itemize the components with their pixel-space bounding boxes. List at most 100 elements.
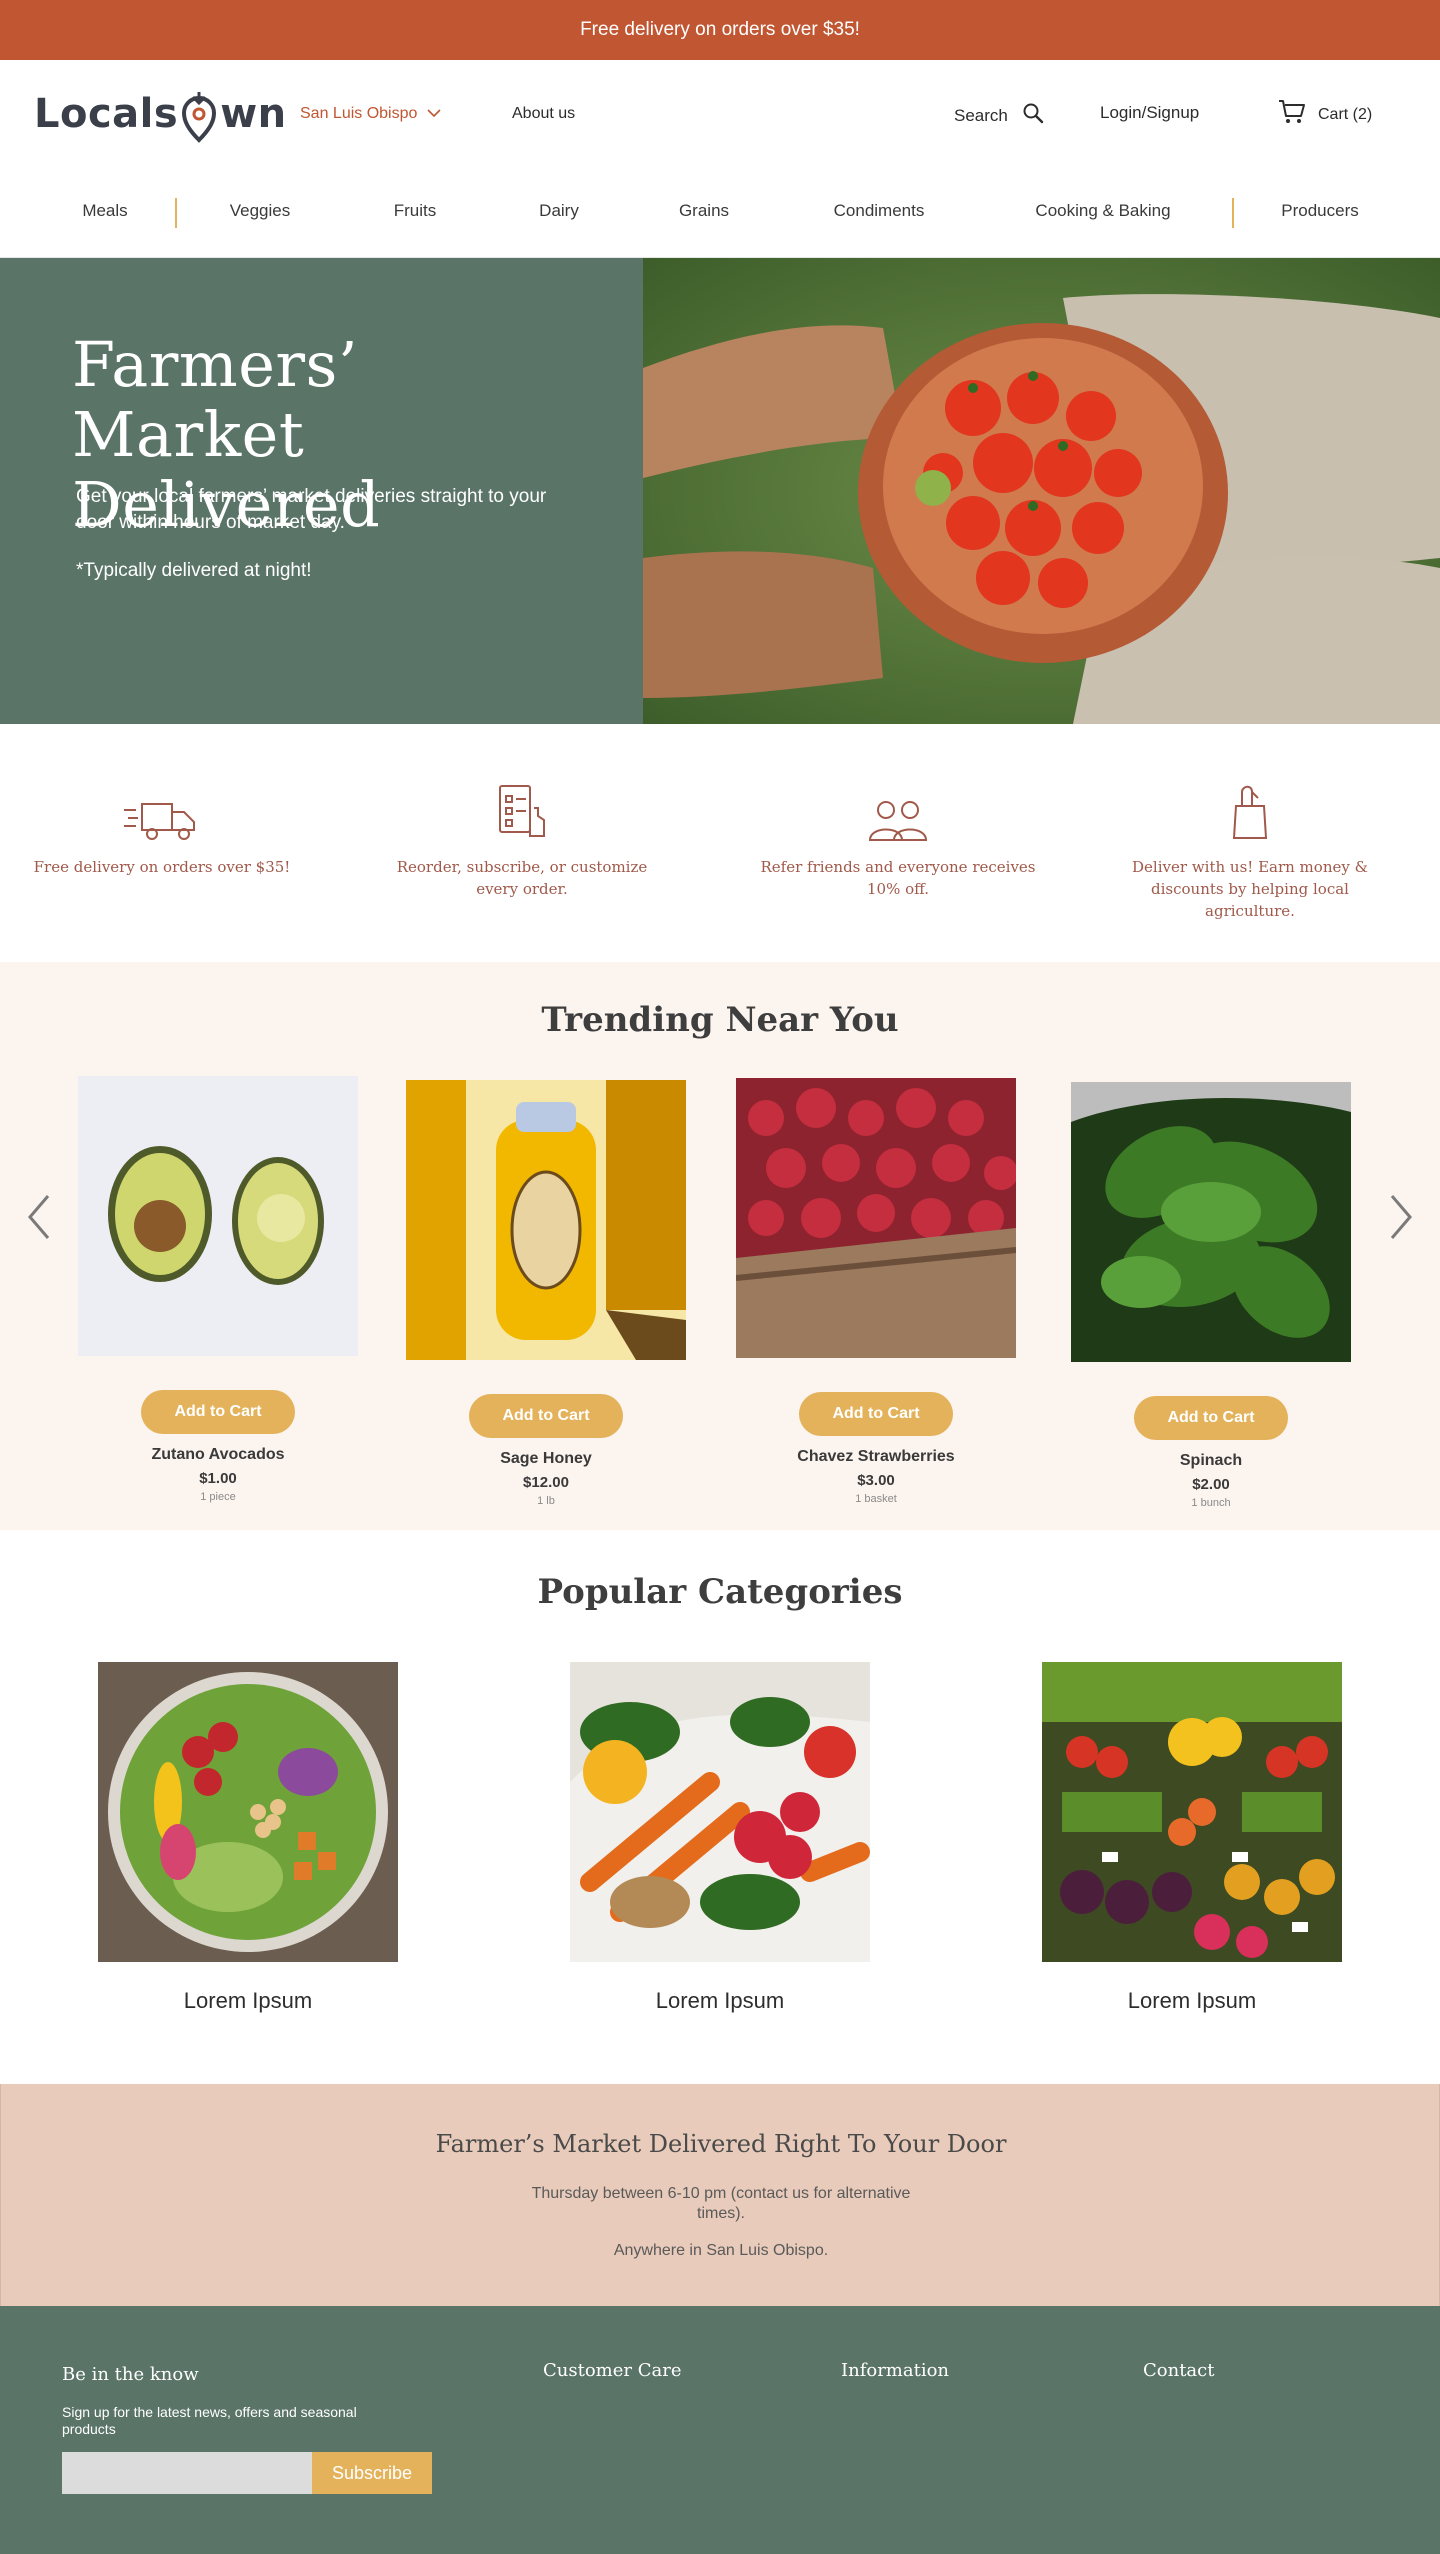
hero-section: Farmers’ Market Delivered Get your local… (0, 258, 1440, 724)
category-image-vegetables (570, 1662, 870, 1962)
delivery-info-banner: Farmer’s Market Delivered Right To Your … (0, 2084, 1440, 2306)
category-image-market-produce (1042, 1662, 1342, 1962)
hero-image-tomato-bowl (643, 258, 1440, 724)
category-nav: Meals Veggies Fruits Dairy Grains Condim… (0, 170, 1440, 258)
feature-refer: Refer friends and everyone receives 10% … (758, 778, 1038, 900)
category-label: Lorem Ipsum (655, 1988, 785, 2013)
product-name[interactable]: Chavez Strawberries (736, 1448, 1016, 1466)
hero-title-line1: Farmers’ Market (72, 328, 359, 471)
product-price: $1.00 (199, 1470, 237, 1487)
delivery-time: Thursday between 6-10 pm (contact us for… (531, 2185, 911, 2222)
newsletter-email-input[interactable] (62, 2452, 314, 2494)
product-image-strawberries[interactable] (736, 1078, 1016, 1358)
product-unit: 1 basket (855, 1493, 897, 1505)
product-image-avocado[interactable] (78, 1076, 358, 1356)
nav-item-cooking-baking[interactable]: Cooking & Baking (1035, 201, 1170, 221)
nav-item-condiments[interactable]: Condiments (834, 201, 925, 221)
add-to-cart-button[interactable]: Add to Cart (469, 1394, 623, 1438)
product-price: $2.00 (1192, 1476, 1230, 1493)
footer-contact[interactable]: Contact (1143, 2360, 1214, 2381)
carousel-prev-button[interactable] (24, 1192, 54, 1242)
cart-button[interactable]: Cart (2) (1278, 99, 1372, 130)
feature-deliver-with-us: Deliver with us! Earn money & discounts … (1110, 778, 1390, 922)
footer-information[interactable]: Information (841, 2360, 949, 2381)
promo-bar: Free delivery on orders over $35! (0, 0, 1440, 60)
search-button[interactable]: Search (954, 102, 1044, 129)
hero-note: *Typically delivered at night! (76, 560, 312, 581)
hero-text-panel: Farmers’ Market Delivered Get your local… (0, 258, 643, 724)
product-name[interactable]: Zutano Avocados (78, 1446, 358, 1464)
site-header: Locals wn San Luis Obispo About us Searc… (0, 60, 1440, 170)
product-unit: 1 bunch (1191, 1497, 1231, 1509)
feature-text: Free delivery on orders over $35! (33, 858, 291, 876)
people-icon (758, 778, 1038, 842)
category-card[interactable]: Lorem Ipsum (1042, 1662, 1342, 2014)
location-label: San Luis Obispo (300, 105, 418, 122)
popular-categories-section: Popular Categories Lorem Ipsum Lorem Ips… (0, 1530, 1440, 2084)
delivery-title: Farmer’s Market Delivered Right To Your … (435, 2130, 1007, 2158)
about-link[interactable]: About us (512, 105, 575, 123)
promo-text: Free delivery on orders over $35! (580, 19, 860, 40)
product-image-honey[interactable] (406, 1080, 686, 1360)
subscribe-button[interactable]: Subscribe (312, 2452, 432, 2494)
search-label: Search (954, 105, 1008, 125)
hero-description: Get your local farmers’ market deliverie… (76, 486, 547, 533)
nav-item-meals[interactable]: Meals (82, 201, 127, 221)
site-footer: Be in the know Sign up for the latest ne… (0, 2306, 1440, 2554)
nav-item-veggies[interactable]: Veggies (230, 201, 291, 221)
product-unit: 1 lb (537, 1495, 555, 1507)
category-card[interactable]: Lorem Ipsum (98, 1662, 398, 2014)
checklist-icon (382, 778, 662, 842)
footer-customer-care[interactable]: Customer Care (543, 2360, 681, 2381)
product-card: Add to Cart Chavez Strawberries $3.00 1 … (736, 1078, 1016, 1505)
cart-icon (1278, 99, 1306, 130)
logo-text-left: Locals (34, 91, 179, 137)
feature-text: Deliver with us! Earn money & discounts … (1132, 858, 1368, 920)
chevron-left-icon (28, 1195, 50, 1239)
product-unit: 1 piece (200, 1491, 236, 1503)
chevron-down-icon (427, 105, 441, 123)
product-card: Add to Cart Zutano Avocados $1.00 1 piec… (78, 1076, 358, 1503)
category-label: Lorem Ipsum (183, 1988, 313, 2013)
truck-icon (22, 778, 302, 842)
nav-item-producers[interactable]: Producers (1281, 201, 1358, 221)
popular-title: Popular Categories (537, 1572, 903, 1612)
location-selector[interactable]: San Luis Obispo (300, 105, 441, 123)
category-image-salad-bowl (98, 1662, 398, 1962)
logo[interactable]: Locals wn (34, 84, 287, 144)
product-price: $3.00 (857, 1472, 895, 1489)
product-name[interactable]: Spinach (1071, 1452, 1351, 1470)
nav-item-grains[interactable]: Grains (679, 201, 729, 221)
chevron-right-icon (1390, 1195, 1412, 1239)
product-card: Add to Cart Sage Honey $12.00 1 lb (406, 1080, 686, 1507)
add-to-cart-button[interactable]: Add to Cart (1134, 1396, 1288, 1440)
product-name[interactable]: Sage Honey (406, 1450, 686, 1468)
carrot-pin-icon (179, 88, 219, 148)
trending-section: Trending Near You Add to Cart Zutano Avo… (0, 962, 1440, 1530)
cart-label: Cart (2) (1318, 105, 1373, 123)
search-icon (1022, 102, 1044, 129)
product-card: Add to Cart Spinach $2.00 1 bunch (1071, 1082, 1351, 1509)
category-label: Lorem Ipsum (1127, 1988, 1257, 2013)
nav-item-dairy[interactable]: Dairy (539, 201, 579, 221)
feature-free-delivery: Free delivery on orders over $35! (22, 778, 302, 878)
features-row: Free delivery on orders over $35! Reorde… (0, 724, 1440, 962)
carousel-next-button[interactable] (1386, 1192, 1416, 1242)
category-card[interactable]: Lorem Ipsum (570, 1662, 870, 2014)
product-price: $12.00 (523, 1474, 569, 1491)
feature-reorder: Reorder, subscribe, or customize every o… (382, 778, 662, 900)
newsletter-subtitle: Sign up for the latest news, offers and … (62, 2404, 357, 2437)
newsletter-title: Be in the know (62, 2364, 199, 2385)
feature-text: Reorder, subscribe, or customize every o… (396, 858, 648, 898)
add-to-cart-button[interactable]: Add to Cart (141, 1390, 295, 1434)
add-to-cart-button[interactable]: Add to Cart (799, 1392, 953, 1436)
product-image-spinach[interactable] (1071, 1082, 1351, 1362)
logo-text-right: wn (220, 91, 287, 137)
shopping-bag-icon (1110, 778, 1390, 842)
nav-divider (1232, 198, 1234, 228)
delivery-area: Anywhere in San Luis Obispo. (613, 2242, 829, 2259)
login-signup-link[interactable]: Login/Signup (1100, 103, 1199, 123)
nav-divider (175, 198, 177, 228)
nav-item-fruits[interactable]: Fruits (394, 201, 437, 221)
feature-text: Refer friends and everyone receives 10% … (760, 858, 1036, 898)
